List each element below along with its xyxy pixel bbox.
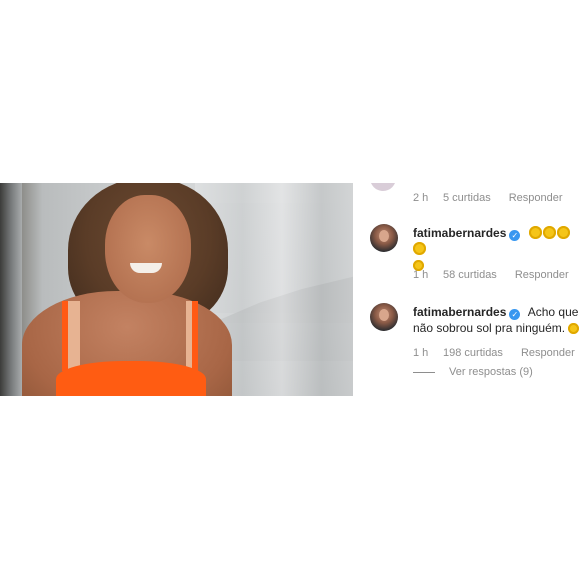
comment-text: fatimabernardes ✓: [413, 225, 580, 273]
view-replies-button[interactable]: Ver respostas (9): [413, 366, 533, 378]
comment-text: fatimabernardes ✓ Acho que não sobrou sol…: [413, 304, 580, 336]
sun-emoji-icon: [528, 226, 542, 239]
comment-likes[interactable]: 5 curtidas: [443, 192, 491, 204]
bikini-strap-right: [192, 301, 198, 371]
smile: [130, 263, 162, 273]
sun-emoji-icon: [413, 242, 426, 255]
sun-emoji-icon: [556, 226, 570, 239]
comment-likes[interactable]: 58 curtidas: [443, 269, 497, 281]
verified-badge-icon: ✓: [509, 230, 521, 241]
comment-time: 2 h: [413, 192, 429, 204]
sun-emoji-icon: [542, 226, 556, 239]
comment-text-line2: não sobrou sol pra ninguém.: [413, 321, 566, 335]
window-frame: [0, 183, 22, 396]
comment-likes[interactable]: 198 curtidas: [443, 347, 503, 359]
sun-emoji-icon: [568, 323, 580, 334]
comment-time: 1 h: [413, 347, 429, 359]
username[interactable]: fatimabernardes: [413, 226, 506, 240]
comment-meta: 1 h 58 curtidas Responder: [413, 269, 569, 281]
bikini-strap-left: [62, 301, 68, 371]
comments-panel: 2 h 5 curtidas Responder fatimabernardes…: [370, 183, 580, 396]
comment-meta: 1 h 198 curtidas Responder: [413, 347, 575, 359]
verified-badge-icon: ✓: [509, 309, 521, 320]
face: [105, 195, 191, 303]
post-photo[interactable]: [0, 183, 353, 396]
reply-button[interactable]: Responder: [509, 192, 563, 204]
username[interactable]: fatimabernardes: [413, 305, 506, 319]
comment-text-line1: Acho que: [527, 305, 579, 319]
commenter-avatar[interactable]: [370, 183, 396, 191]
avatar[interactable]: [370, 224, 398, 252]
reply-button[interactable]: Responder: [515, 269, 569, 281]
avatar[interactable]: [370, 303, 398, 331]
view-replies-label[interactable]: Ver respostas (9): [449, 366, 533, 378]
orange-bikini: [56, 361, 206, 396]
divider-line: [413, 371, 435, 373]
comment-meta: 2 h 5 curtidas Responder: [413, 192, 563, 204]
reply-button[interactable]: Responder: [521, 347, 575, 359]
comment-time: 1 h: [413, 269, 429, 281]
